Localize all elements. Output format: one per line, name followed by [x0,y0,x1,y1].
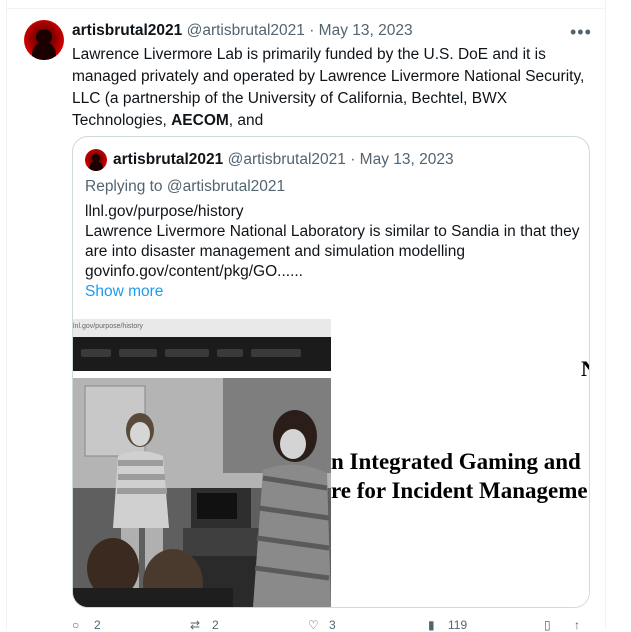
quote-author-name[interactable]: artisbrutal2021 [113,151,223,168]
photo-illustration [73,378,331,607]
views-count: 119 [448,618,468,632]
quote-header: artisbrutal2021 @artisbrutal2021 · May 1… [113,151,454,169]
tweet-text-part2: , and [228,112,264,129]
action-bar: ○ 2 ⇄ 2 ♡ 3 ▮ 119 ▯ ↑ [72,618,592,632]
document-title-line2: re for Incident Manageme [331,478,588,503]
heart-icon[interactable]: ♡ [308,618,319,632]
frame-border-right [605,0,606,629]
tweet-text: Lawrence Livermore Lab is primarily fund… [72,44,592,132]
like-count: 3 [329,618,336,632]
quoted-tweet[interactable]: artisbrutal2021 @artisbrutal2021 · May 1… [72,136,590,608]
frame-border-left [6,0,7,629]
media-image-left[interactable]: lnl.gov/purpose/history [73,317,331,607]
avatar-figure-body [32,42,56,60]
quote-line-body: Lawrence Livermore National Laboratory i… [85,223,580,260]
bookmark-icon[interactable]: ▯ [544,618,551,632]
reply-count: 2 [94,618,101,632]
quote-date[interactable]: May 13, 2023 [360,151,454,168]
share-icon[interactable]: ↑ [574,618,580,632]
screenshot-nav-band [73,337,331,371]
retweet-icon[interactable]: ⇄ [190,618,200,632]
quote-author-handle[interactable]: @artisbrutal2021 [228,151,346,168]
quote-header-separator: · [350,151,356,168]
more-horizontal-icon[interactable]: ••• [570,22,592,43]
avatar[interactable] [24,20,64,60]
quote-media[interactable]: lnl.gov/purpose/history n Integrated Gam… [73,317,589,607]
show-more-link[interactable]: Show more [85,283,163,301]
header-separator: · [309,22,315,39]
author-name[interactable]: artisbrutal2021 [72,22,182,39]
tweet-header: artisbrutal2021 @artisbrutal2021 · May 1… [72,22,413,40]
tweet-text-part1: Lawrence Livermore Lab is primarily fund… [72,46,585,129]
document-letter: N [581,356,589,382]
document-title-line1: n Integrated Gaming and [331,449,581,474]
retweet-count: 2 [212,618,219,632]
author-handle[interactable]: @artisbrutal2021 [187,22,305,39]
quote-text: llnl.gov/purpose/history Lawrence Liverm… [85,202,580,282]
historical-photo [73,378,331,607]
quote-line-url: llnl.gov/purpose/history [85,203,244,220]
replying-to[interactable]: Replying to @artisbrutal2021 [85,178,285,196]
tweet-date[interactable]: May 13, 2023 [319,22,413,39]
quote-line-link: govinfo.gov/content/pkg/GO...... [85,263,303,280]
reply-icon[interactable]: ○ [72,618,79,632]
frame-border-top [6,8,606,9]
views-icon[interactable]: ▮ [428,618,435,632]
quote-avatar[interactable] [85,149,107,171]
screenshot-url: lnl.gov/purpose/history [73,323,144,330]
screenshot-browser-bar: lnl.gov/purpose/history [73,319,331,337]
quote-avatar-figure-body [89,161,103,171]
tweet-text-bold: AECOM [171,112,229,129]
media-image-right[interactable]: N n Integrated Gaming and re for Inciden… [331,317,589,607]
